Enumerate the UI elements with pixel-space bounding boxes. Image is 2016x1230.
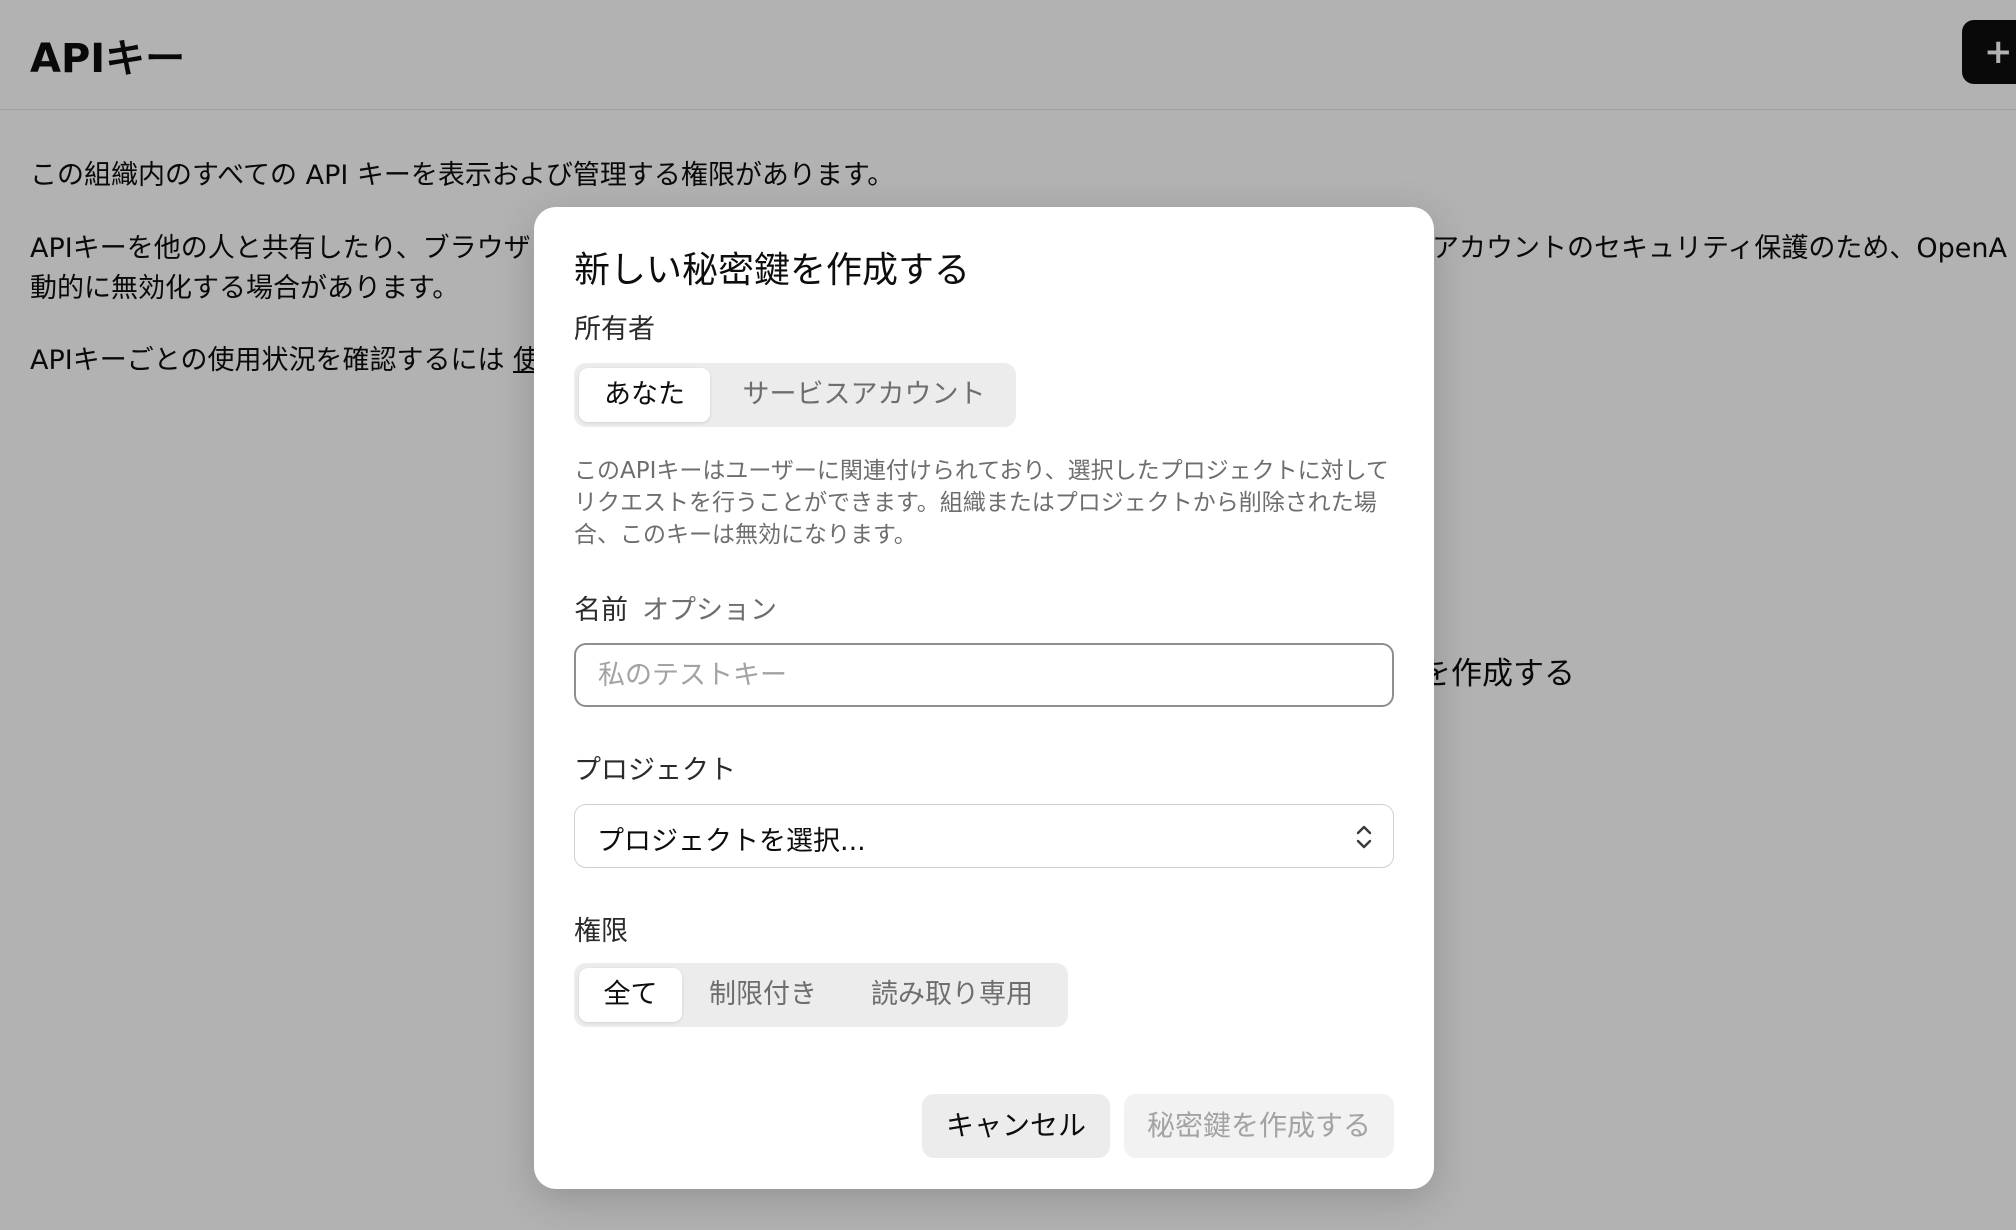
owner-option-you[interactable]: あなた [579, 368, 710, 422]
optional-hint: オプション [642, 595, 777, 626]
create-secret-key-button[interactable]: 秘密鍵を作成する [1124, 1094, 1394, 1158]
name-label: 名前 オプション [574, 588, 777, 627]
project-select-value: プロジェクトを選択... [597, 826, 866, 857]
owner-option-service-account[interactable]: サービスアカウント [718, 368, 1010, 422]
dialog-title: 新しい秘密鍵を作成する [574, 250, 971, 291]
create-secret-key-dialog: 新しい秘密鍵を作成する 所有者 あなた サービスアカウント このAPIキーはユー… [534, 207, 1434, 1189]
permission-option-all[interactable]: 全て [579, 968, 682, 1022]
permissions-label: 権限 [574, 916, 628, 947]
permission-option-restricted[interactable]: 制限付き [688, 968, 838, 1022]
cancel-button[interactable]: キャンセル [922, 1094, 1110, 1158]
permission-option-read-only[interactable]: 読み取り専用 [844, 968, 1060, 1022]
permissions-segmented-control: 全て 制限付き 読み取り専用 [574, 963, 1068, 1027]
key-name-input[interactable] [574, 643, 1394, 707]
owner-segmented-control: あなた サービスアカウント [574, 363, 1016, 427]
owner-label: 所有者 [574, 314, 655, 345]
owner-help-text: このAPIキーはユーザーに関連付けられており、選択したプロジェクトに対してリクエ… [574, 458, 1389, 548]
project-label: プロジェクト [574, 755, 736, 786]
name-label-text: 名前 [574, 595, 628, 626]
chevron-updown-icon [1356, 825, 1372, 849]
project-select[interactable]: プロジェクトを選択... [574, 804, 1394, 868]
